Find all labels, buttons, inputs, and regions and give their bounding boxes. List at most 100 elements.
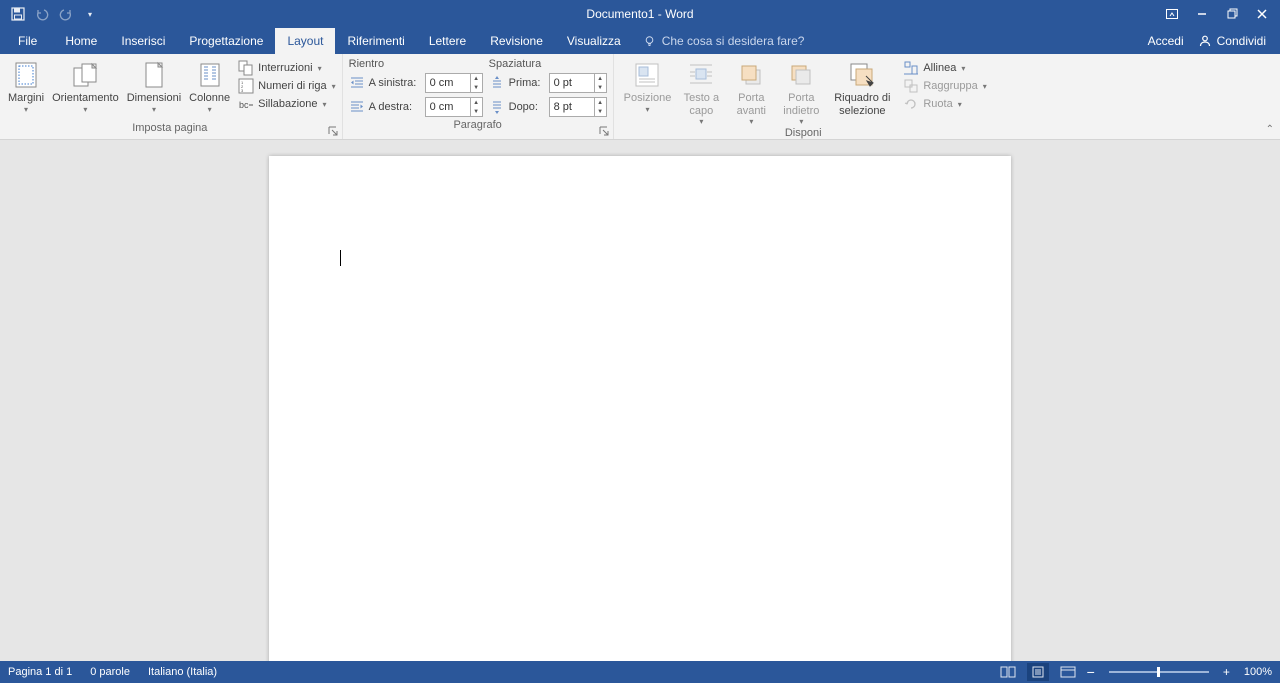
sillabazione-button[interactable]: bc Sillabazione▾ bbox=[238, 96, 335, 112]
indent-right-input[interactable]: ▲▼ bbox=[425, 97, 483, 117]
document-area[interactable] bbox=[0, 140, 1280, 661]
rotate-icon bbox=[903, 96, 919, 112]
posizione-button: Posizione▾ bbox=[620, 58, 676, 114]
tab-riferimenti[interactable]: Riferimenti bbox=[335, 28, 416, 54]
spinner-up-icon[interactable]: ▲ bbox=[471, 74, 482, 83]
riquadro-selezione-button[interactable]: Riquadro di selezione bbox=[827, 58, 897, 117]
spinner-down-icon[interactable]: ▼ bbox=[471, 107, 482, 116]
size-icon bbox=[139, 60, 169, 90]
tab-progettazione[interactable]: Progettazione bbox=[177, 28, 275, 54]
undo-icon[interactable] bbox=[32, 4, 52, 24]
lightbulb-icon bbox=[643, 35, 656, 48]
dialog-launcher-icon[interactable] bbox=[598, 125, 610, 137]
share-button[interactable]: Condividi bbox=[1198, 34, 1266, 48]
title-bar: ▾ Documento1 - Word bbox=[0, 0, 1280, 28]
margini-label: Margini bbox=[8, 92, 44, 105]
share-label: Condividi bbox=[1217, 34, 1266, 48]
orientamento-button[interactable]: Orientamento ▾ bbox=[48, 58, 123, 114]
collapse-ribbon-icon[interactable]: ⌃ bbox=[1266, 124, 1274, 135]
spinner-down-icon[interactable]: ▼ bbox=[595, 107, 606, 116]
quick-access-toolbar: ▾ bbox=[0, 4, 100, 24]
raggruppa-button: Raggruppa▾ bbox=[903, 78, 986, 94]
tab-visualizza[interactable]: Visualizza bbox=[555, 28, 633, 54]
tab-home[interactable]: Home bbox=[53, 28, 109, 54]
text-cursor bbox=[340, 250, 341, 266]
numeri-riga-button[interactable]: 123 Numeri di riga▾ bbox=[238, 78, 335, 94]
allinea-button[interactable]: Allinea▾ bbox=[903, 60, 986, 76]
dimensioni-label: Dimensioni bbox=[127, 92, 181, 105]
numeri-riga-label: Numeri di riga bbox=[258, 80, 326, 92]
interruzioni-label: Interruzioni bbox=[258, 62, 312, 74]
zoom-in-icon[interactable]: + bbox=[1223, 665, 1230, 679]
minimize-icon[interactable] bbox=[1188, 2, 1216, 26]
testo-a-capo-button: Testo a capo▾ bbox=[675, 58, 727, 126]
a-destra-label: A destra: bbox=[369, 101, 421, 113]
indent-left-input[interactable]: ▲▼ bbox=[425, 73, 483, 93]
position-icon bbox=[632, 60, 662, 90]
porta-indietro-button: Porta indietro▾ bbox=[775, 58, 827, 126]
prima-label: Prima: bbox=[509, 77, 545, 89]
spinner-up-icon[interactable]: ▲ bbox=[595, 74, 606, 83]
posizione-label: Posizione bbox=[624, 92, 672, 105]
page-count[interactable]: Pagina 1 di 1 bbox=[8, 666, 72, 678]
save-icon[interactable] bbox=[8, 4, 28, 24]
allinea-label: Allinea bbox=[923, 62, 956, 74]
colonne-button[interactable]: Colonne ▾ bbox=[185, 58, 234, 114]
close-icon[interactable] bbox=[1248, 2, 1276, 26]
group-paragrafo: Rientro Spaziatura A sinistra: ▲▼ A dest… bbox=[343, 54, 614, 139]
a-sinistra-label: A sinistra: bbox=[369, 77, 421, 89]
status-bar: Pagina 1 di 1 0 parole Italiano (Italia)… bbox=[0, 661, 1280, 683]
ribbon-display-options-icon[interactable] bbox=[1158, 2, 1186, 26]
zoom-out-icon[interactable]: − bbox=[1087, 664, 1095, 680]
space-before-icon bbox=[489, 75, 505, 91]
group-label-imposta-pagina: Imposta pagina bbox=[4, 121, 336, 137]
read-mode-icon[interactable] bbox=[997, 663, 1019, 681]
indent-right-icon bbox=[349, 99, 365, 115]
send-backward-icon bbox=[786, 60, 816, 90]
riquadro-label: Riquadro di selezione bbox=[831, 92, 893, 117]
spinner-up-icon[interactable]: ▲ bbox=[471, 98, 482, 107]
dialog-launcher-icon[interactable] bbox=[327, 125, 339, 137]
ruota-label: Ruota bbox=[923, 98, 952, 110]
tab-layout[interactable]: Layout bbox=[275, 28, 335, 54]
testo-a-capo-label: Testo a capo bbox=[679, 92, 723, 117]
print-layout-icon[interactable] bbox=[1027, 663, 1049, 681]
language-indicator[interactable]: Italiano (Italia) bbox=[148, 666, 217, 678]
margini-button[interactable]: Margini ▾ bbox=[4, 58, 48, 114]
tab-file[interactable]: File bbox=[6, 28, 49, 54]
qat-customize-icon[interactable]: ▾ bbox=[80, 4, 100, 24]
web-layout-icon[interactable] bbox=[1057, 663, 1079, 681]
tab-lettere[interactable]: Lettere bbox=[417, 28, 478, 54]
restore-icon[interactable] bbox=[1218, 2, 1246, 26]
spinner-up-icon[interactable]: ▲ bbox=[595, 98, 606, 107]
group-disponi: Posizione▾ Testo a capo▾ Porta avanti▾ P… bbox=[614, 54, 993, 139]
space-before-input[interactable]: ▲▼ bbox=[549, 73, 607, 93]
tab-revisione[interactable]: Revisione bbox=[478, 28, 555, 54]
word-count[interactable]: 0 parole bbox=[90, 666, 130, 678]
group-icon bbox=[903, 78, 919, 94]
columns-icon bbox=[195, 60, 225, 90]
page[interactable] bbox=[269, 156, 1011, 661]
tell-me-search[interactable]: Che cosa si desidera fare? bbox=[643, 28, 805, 54]
indent-left-icon bbox=[349, 75, 365, 91]
sign-in-link[interactable]: Accedi bbox=[1148, 34, 1184, 48]
spaziatura-heading: Spaziatura bbox=[489, 58, 542, 70]
space-after-input[interactable]: ▲▼ bbox=[549, 97, 607, 117]
orientation-icon bbox=[70, 60, 100, 90]
wrap-text-icon bbox=[686, 60, 716, 90]
spinner-down-icon[interactable]: ▼ bbox=[595, 83, 606, 92]
redo-icon[interactable] bbox=[56, 4, 76, 24]
selection-pane-icon bbox=[847, 60, 877, 90]
porta-avanti-button: Porta avanti▾ bbox=[727, 58, 775, 126]
window-title: Documento1 - Word bbox=[586, 7, 693, 21]
space-after-icon bbox=[489, 99, 505, 115]
zoom-level[interactable]: 100% bbox=[1244, 666, 1272, 678]
interruzioni-button[interactable]: Interruzioni▾ bbox=[238, 60, 335, 76]
zoom-slider[interactable] bbox=[1109, 671, 1209, 673]
porta-avanti-label: Porta avanti bbox=[731, 92, 771, 117]
align-icon bbox=[903, 60, 919, 76]
tab-inserisci[interactable]: Inserisci bbox=[109, 28, 177, 54]
dimensioni-button[interactable]: Dimensioni ▾ bbox=[123, 58, 185, 114]
spinner-down-icon[interactable]: ▼ bbox=[471, 83, 482, 92]
ribbon-tabs: File Home Inserisci Progettazione Layout… bbox=[0, 28, 1280, 54]
